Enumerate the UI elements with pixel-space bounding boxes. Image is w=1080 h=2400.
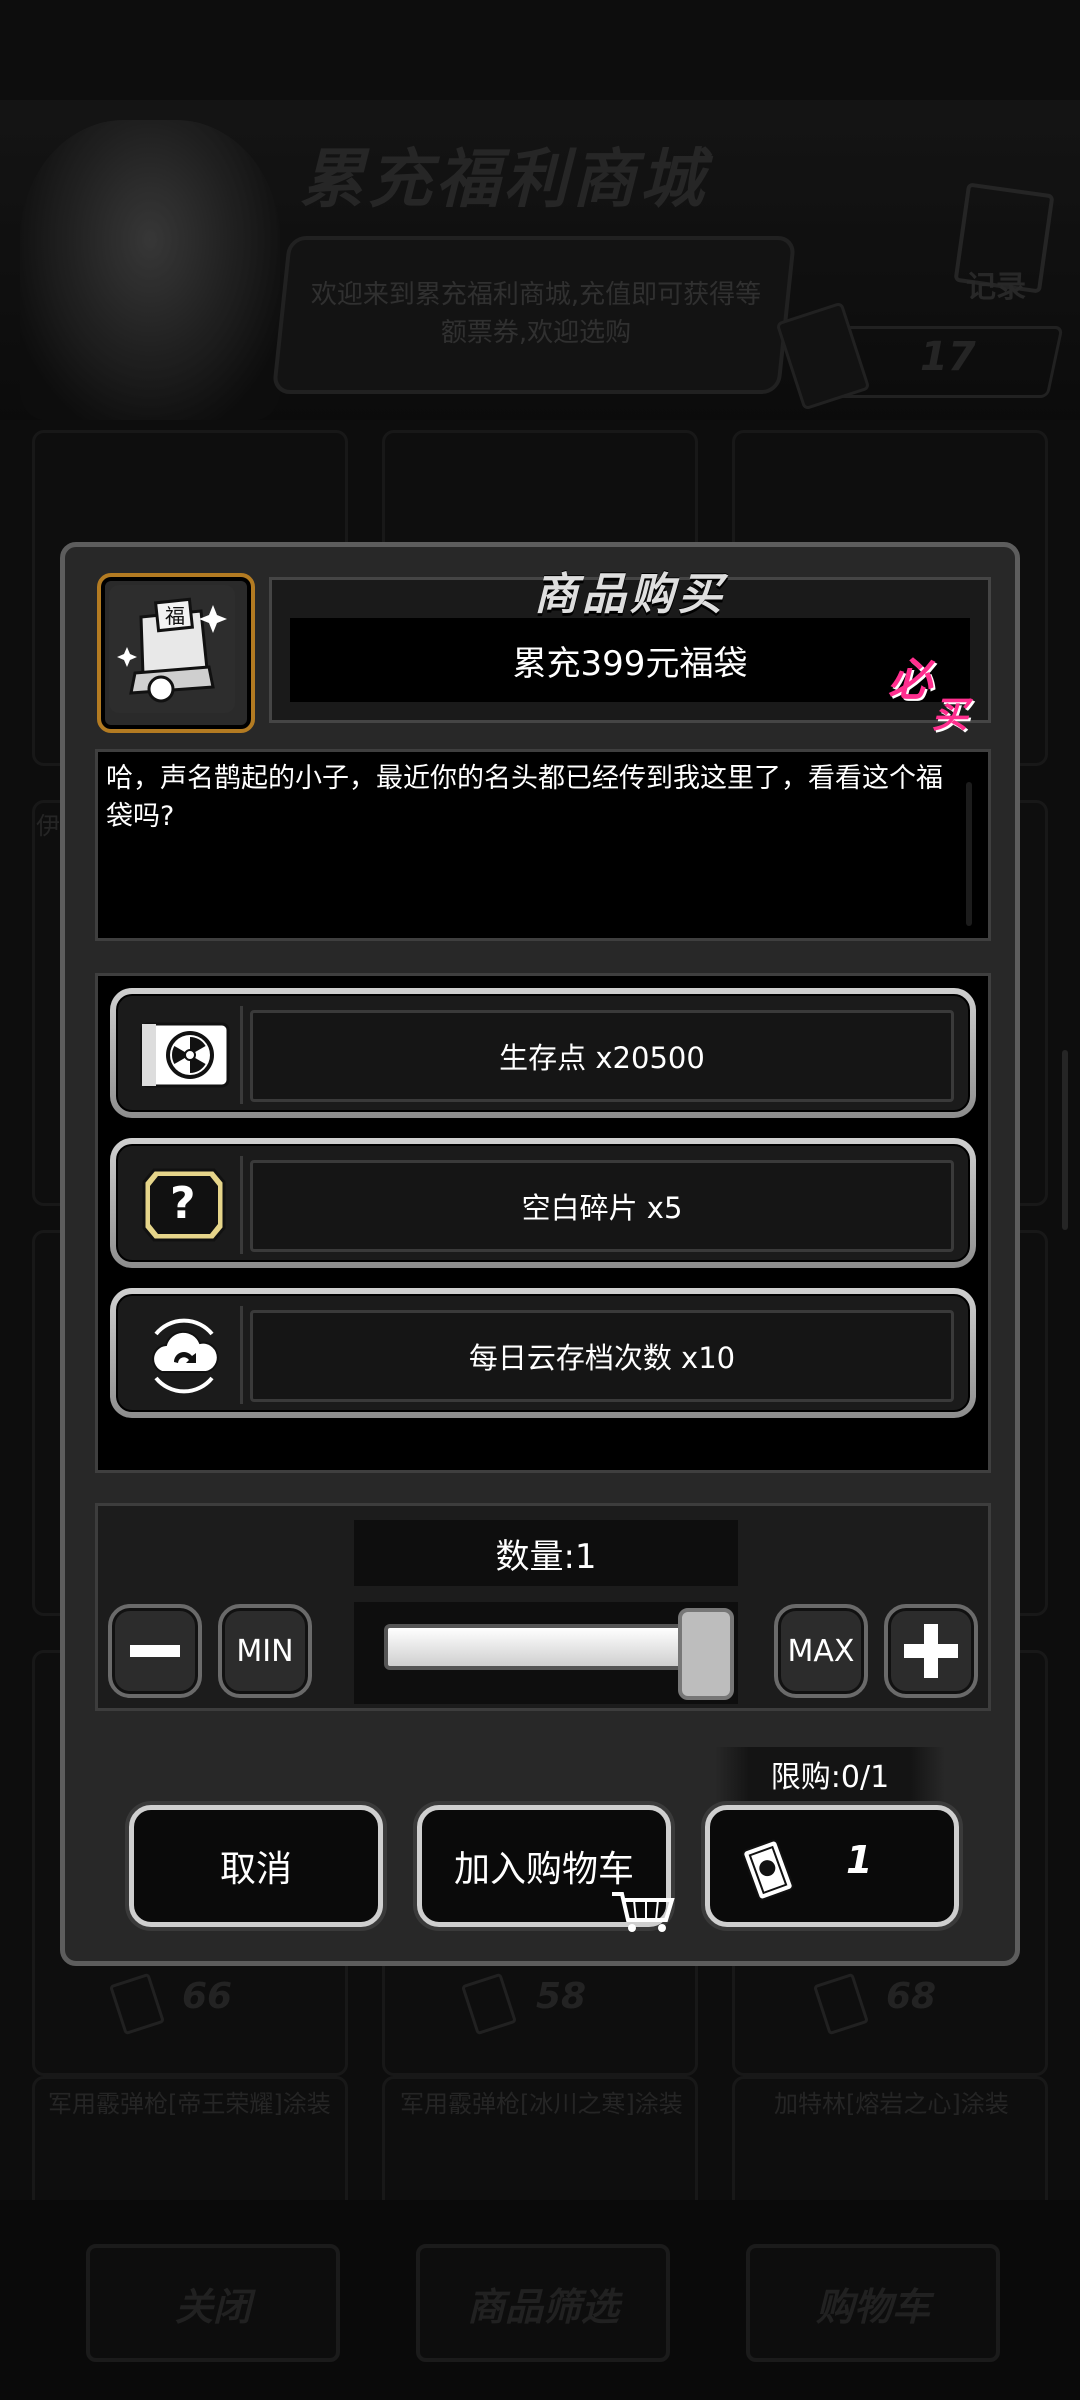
description-box[interactable]: 哈，声名鹊起的小子，最近你的名头都已经传到我这里了，看看这个福袋吗? [95, 749, 991, 941]
rewards-list[interactable]: 生存点 x20500 ? 空白碎片 x5 每日云存档次数 x10 [95, 973, 991, 1473]
minus-icon [130, 1645, 180, 1657]
price-value: 1 [846, 1838, 873, 1882]
purchase-dialog: 福 商品购买 累充399元福袋 必 买 哈，声名鹊起的小子，最近你的名头都已经传… [60, 542, 1020, 1966]
cancel-button-label: 取消 [219, 1849, 292, 1890]
reward-item-frame: 生存点 x20500 [116, 994, 970, 1112]
reward-item[interactable]: 每日云存档次数 x10 [110, 1288, 976, 1418]
must-buy-badge-char: 买 [932, 695, 969, 736]
reward-item[interactable]: ? 空白碎片 x5 [110, 1138, 976, 1268]
must-buy-badge-char: 必 [888, 655, 932, 706]
product-description: 哈，声名鹊起的小子，最近你的名头都已经传到我这里了，看看这个福袋吗? [106, 763, 943, 832]
plus-icon [904, 1624, 958, 1678]
quantity-label: 数量:1 [354, 1520, 738, 1586]
radiation-card-icon [128, 1006, 243, 1104]
reward-label: 每日云存档次数 x10 [250, 1310, 954, 1402]
product-icon: 福 [97, 573, 255, 733]
lucky-bag-icon: 福 [109, 585, 235, 713]
description-scrollbar[interactable] [966, 782, 972, 926]
ticket-icon [742, 1839, 794, 1901]
reward-label: 空白碎片 x5 [250, 1160, 954, 1252]
decrease-button[interactable] [108, 1604, 202, 1698]
reward-item-frame: 每日云存档次数 x10 [116, 1294, 970, 1412]
title-panel: 商品购买 累充399元福袋 必 买 [269, 569, 991, 736]
reward-label: 生存点 x20500 [250, 1010, 954, 1102]
cancel-button[interactable]: 取消 [129, 1805, 383, 1927]
svg-text:福: 福 [165, 604, 185, 628]
product-name-box: 累充399元福袋 必 买 [290, 618, 970, 736]
quantity-panel: 数量:1 MIN MAX [95, 1503, 991, 1711]
min-button[interactable]: MIN [218, 1604, 312, 1698]
must-buy-badge: 必 买 [878, 638, 988, 736]
quantity-slider-track[interactable] [384, 1624, 704, 1670]
product-name: 累充399元福袋 [512, 643, 748, 684]
svg-text:?: ? [170, 1178, 196, 1229]
dialog-title: 商品购买 [534, 569, 726, 620]
increase-button[interactable] [884, 1604, 978, 1698]
add-to-cart-button[interactable]: 加入购物车 [417, 1805, 675, 1932]
max-button[interactable]: MAX [774, 1604, 868, 1698]
add-to-cart-label: 加入购物车 [453, 1849, 634, 1890]
quantity-slider-handle[interactable] [678, 1608, 734, 1700]
cloud-sync-icon [128, 1306, 243, 1404]
reward-item-frame: ? 空白碎片 x5 [116, 1144, 970, 1262]
question-fragment-icon: ? [128, 1156, 243, 1254]
buy-button[interactable]: 1 [705, 1805, 959, 1927]
reward-item[interactable]: 生存点 x20500 [110, 988, 976, 1118]
cart-icon [612, 1892, 675, 1932]
purchase-limit: 限购:0/1 [715, 1747, 945, 1801]
